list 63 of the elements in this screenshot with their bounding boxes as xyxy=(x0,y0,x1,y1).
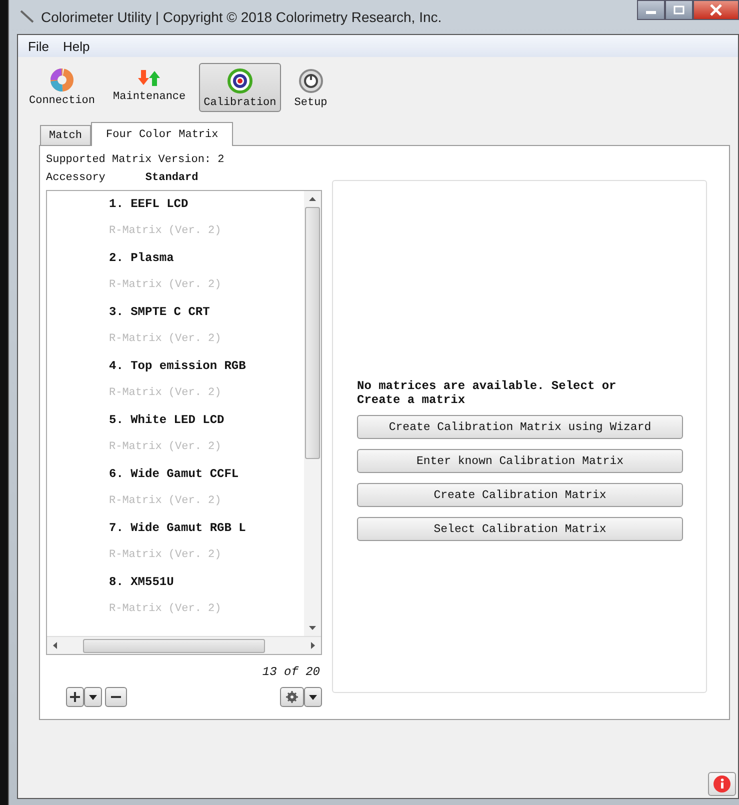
dropdown-button[interactable] xyxy=(304,687,322,707)
arrows-icon xyxy=(137,68,162,88)
item-count: 13 of 20 xyxy=(262,665,320,679)
scroll-thumb[interactable] xyxy=(83,638,265,652)
matrix-type: R-Matrix (Ver. 2) xyxy=(109,386,222,401)
right-arrow-icon xyxy=(311,642,315,649)
minimize-button[interactable] xyxy=(637,0,665,20)
matrix-type: R-Matrix (Ver. 2) xyxy=(109,494,222,509)
gear-icon xyxy=(286,691,298,703)
probe-icon xyxy=(19,9,35,25)
info-button[interactable] xyxy=(708,772,736,796)
toolbar-button[interactable]: Calibration xyxy=(198,63,282,112)
close-icon xyxy=(709,4,723,16)
matrix-type: R-Matrix (Ver. 2) xyxy=(109,440,222,455)
remove-button[interactable] xyxy=(105,687,127,707)
matrix-type: R-Matrix (Ver. 2) xyxy=(109,602,222,617)
horizontal-scrollbar[interactable] xyxy=(47,636,321,654)
matrix-name[interactable]: 3. SMPTE C CRT xyxy=(109,305,304,332)
dropdown-button[interactable] xyxy=(84,687,102,707)
menu-item[interactable]: Help xyxy=(62,38,90,54)
matrix-type: R-Matrix (Ver. 2) xyxy=(109,224,222,239)
add-button[interactable] xyxy=(66,687,84,707)
matrix-name[interactable]: 8. XM551U xyxy=(109,575,304,602)
version-label: Supported Matrix Version: 2 xyxy=(46,154,226,168)
caret-icon xyxy=(89,694,97,700)
maximize-icon xyxy=(673,5,685,15)
action-button[interactable]: Create Calibration Matrix xyxy=(357,483,683,507)
action-button[interactable]: Select Calibration Matrix xyxy=(357,517,683,541)
matrix-name[interactable]: 6. Wide Gamut CCFL xyxy=(109,467,304,494)
toolbar-button[interactable]: Setup xyxy=(289,63,332,112)
window-title: Colorimeter Utility | Copyright © 2018 Colorimetry Research, Inc. xyxy=(41,9,442,25)
matrix-type: R-Matrix (Ver. 2) xyxy=(109,278,222,293)
scroll-thumb[interactable] xyxy=(305,207,320,459)
plus-icon xyxy=(70,692,80,702)
close-button[interactable] xyxy=(693,0,739,20)
matrix-type: R-Matrix (Ver. 2) xyxy=(109,332,222,347)
caret-icon xyxy=(309,694,317,700)
matrix-name[interactable]: 4. Top emission RGB xyxy=(109,359,304,386)
matrix-name[interactable]: 7. Wide Gamut RGB L xyxy=(109,521,304,548)
matrix-name[interactable]: 1. EEFL LCD xyxy=(109,197,304,224)
accessory-value: Standard xyxy=(145,172,198,184)
tab[interactable]: Four Color Matrix xyxy=(91,122,234,146)
matrix-type: R-Matrix (Ver. 2) xyxy=(109,548,222,563)
settings-button[interactable] xyxy=(280,687,304,707)
vertical-scrollbar[interactable] xyxy=(304,191,321,636)
menu-item[interactable]: File xyxy=(28,38,49,54)
matrix-name[interactable]: 2. Plasma xyxy=(109,251,304,278)
dial-icon xyxy=(298,68,324,94)
info-icon xyxy=(713,775,731,793)
toolbar-button[interactable]: Maintenance xyxy=(108,63,191,112)
action-button[interactable]: Create Calibration Matrix using Wizard xyxy=(357,415,683,439)
target-icon xyxy=(226,68,253,94)
ring-icon xyxy=(50,68,74,92)
accessory-label: Accessory xyxy=(46,172,106,184)
toolbar-button[interactable]: Connection xyxy=(24,63,100,112)
empty-message: No matrices are available. Select or Create a matrix xyxy=(357,379,618,407)
up-arrow-icon xyxy=(309,197,316,201)
matrix-name[interactable]: 5. White LED LCD xyxy=(109,413,304,440)
maximize-button[interactable] xyxy=(665,0,693,20)
tab[interactable]: Match xyxy=(40,125,92,145)
action-button[interactable]: Enter known Calibration Matrix xyxy=(357,449,683,473)
down-arrow-icon xyxy=(309,626,316,630)
left-arrow-icon xyxy=(53,642,57,649)
